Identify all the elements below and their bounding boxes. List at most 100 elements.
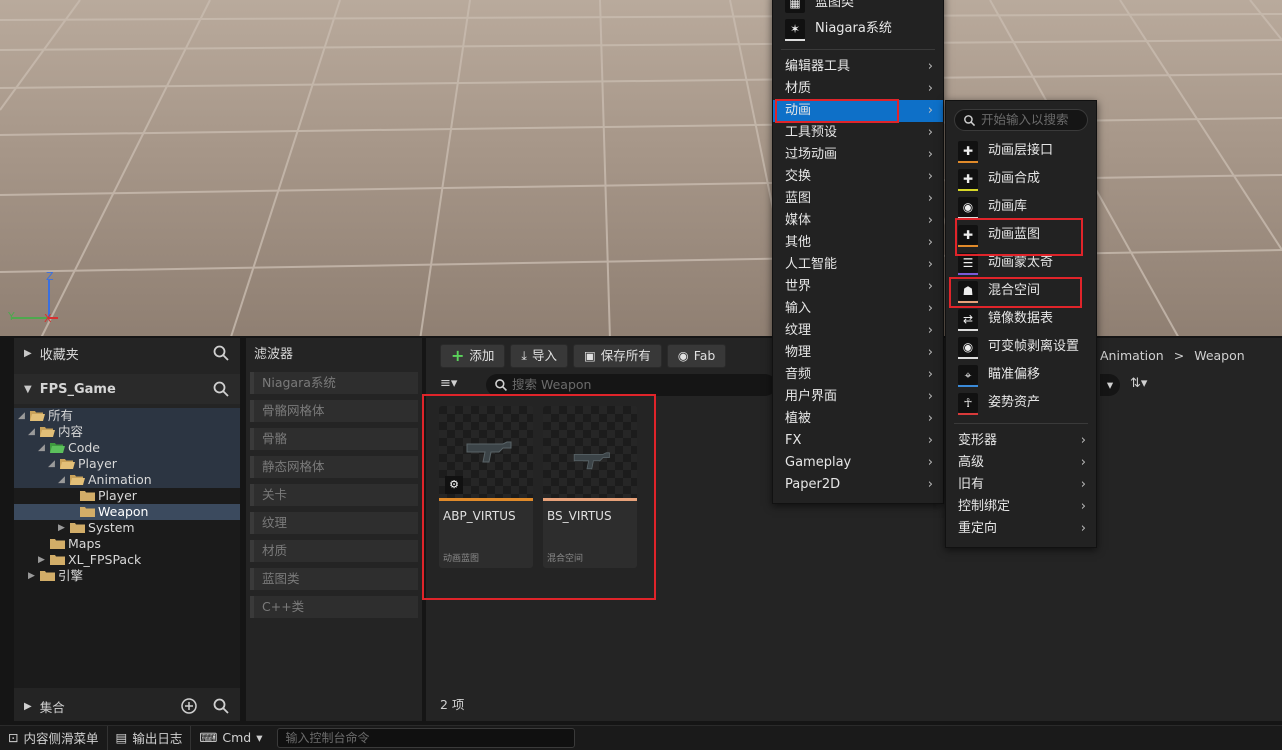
mirror-table-icon: ⇄ <box>958 309 978 331</box>
tree-item-xl-fpspack[interactable]: ▶ XL_FPSPack <box>14 552 240 568</box>
tree-item-content[interactable]: ◢ 内容 <box>14 424 240 440</box>
search-icon[interactable] <box>212 344 230 362</box>
menu-item[interactable]: 蓝图 › <box>773 188 943 210</box>
filter-dropdown[interactable]: ≡▾ <box>440 376 457 391</box>
filter-texture[interactable]: 纹理 <box>250 512 418 534</box>
console-command-input[interactable]: 输入控制台命令 <box>276 727 575 748</box>
menu-item[interactable]: 材质 › <box>773 78 943 100</box>
expanded-arrow-icon: ◢ <box>18 411 25 421</box>
filter-skeleton[interactable]: 骨骼 <box>250 428 418 450</box>
tree-item-maps[interactable]: Maps <box>14 536 240 552</box>
tree-item-engine[interactable]: ▶ 引擎 <box>14 568 240 584</box>
filter-level[interactable]: 关卡 <box>250 484 418 506</box>
folder-open-icon <box>60 459 75 469</box>
chevron-right-icon: › <box>927 323 933 338</box>
output-log-button[interactable]: ▤ 输出日志 <box>108 725 192 750</box>
tree-item-all[interactable]: ◢ 所有 <box>14 408 240 424</box>
submenu-category[interactable]: 高级 › <box>946 452 1096 474</box>
menu-item[interactable]: 工具预设 › <box>773 122 943 144</box>
filter-blueprint-class[interactable]: 蓝图类 <box>250 568 418 590</box>
chevron-right-icon: › <box>927 103 933 118</box>
add-collection-icon[interactable] <box>180 697 198 715</box>
submenu-item[interactable]: ⇄ 镜像数据表 <box>946 305 1096 333</box>
submenu-item[interactable]: ⌖ 瞄准偏移 <box>946 361 1096 389</box>
settings-dropdown[interactable]: ▾ <box>1100 374 1120 396</box>
tree-item-system[interactable]: ▶ System <box>14 520 240 536</box>
search-placeholder: 开始输入以搜索 <box>981 112 1069 127</box>
annotation-box <box>949 277 1082 308</box>
submenu-category[interactable]: 控制绑定 › <box>946 496 1096 518</box>
menu-item[interactable]: Paper2D › <box>773 474 943 496</box>
tree-item-label: System <box>88 520 135 535</box>
save-icon: ▣ <box>583 348 596 363</box>
add-button[interactable]: + 添加 <box>440 344 506 368</box>
breadcrumb-animation[interactable]: Animation <box>1100 348 1164 363</box>
menu-item[interactable]: Gameplay › <box>773 452 943 474</box>
content-drawer-button[interactable]: ⊡ 内容侧滑菜单 <box>0 725 108 750</box>
submenu-item[interactable]: ☥ 姿势资产 <box>946 389 1096 417</box>
menu-item[interactable]: 其他 › <box>773 232 943 254</box>
collapsed-arrow-icon: ▶ <box>24 700 32 712</box>
niagara-icon: ✶ <box>785 19 805 41</box>
menu-item[interactable]: FX › <box>773 430 943 452</box>
chevron-right-icon: › <box>927 59 933 74</box>
collections-header[interactable]: ▶ 集合 <box>14 691 240 721</box>
save-all-label: 保存所有 <box>600 348 651 363</box>
menu-item[interactable]: 输入 › <box>773 298 943 320</box>
project-header[interactable]: ▼ FPS_Game <box>14 374 240 404</box>
menu-item[interactable]: 过场动画 › <box>773 144 943 166</box>
menu-item-label: 植被 <box>785 411 812 426</box>
anim-composite-icon: ✚ <box>958 169 978 191</box>
filter-skeletal-mesh[interactable]: 骨骼网格体 <box>250 400 418 422</box>
tree-item-weapon[interactable]: Weapon <box>14 504 240 520</box>
submenu-item[interactable]: ◉ 可变帧剥离设置 <box>946 333 1096 361</box>
menu-item[interactable]: 纹理 › <box>773 320 943 342</box>
terminal-icon: ⌨ <box>199 730 218 745</box>
submenu-category[interactable]: 重定向 › <box>946 518 1096 540</box>
submenu-item[interactable]: ✚ 动画合成 <box>946 165 1096 193</box>
chevron-right-icon: › <box>927 477 933 492</box>
menu-blueprint-class[interactable]: ▦ 蓝图类 <box>773 0 943 15</box>
tree-item-animation[interactable]: ◢ Animation <box>14 472 240 488</box>
filter-material[interactable]: 材质 <box>250 540 418 562</box>
filter-static-mesh[interactable]: 静态网格体 <box>250 456 418 478</box>
menu-item[interactable]: 世界 › <box>773 276 943 298</box>
output-log-label: 输出日志 <box>132 731 183 746</box>
plus-icon: + <box>451 346 465 365</box>
breadcrumb-weapon[interactable]: Weapon <box>1194 348 1244 363</box>
menu-item[interactable]: 编辑器工具 › <box>773 56 943 78</box>
tree-item-code[interactable]: ◢ Code <box>14 440 240 456</box>
menu-item-label: 过场动画 <box>785 147 838 162</box>
menu-niagara-system[interactable]: ✶ Niagara系统 <box>773 15 943 43</box>
cmd-dropdown[interactable]: ⌨ Cmd ▾ <box>191 726 270 750</box>
filter-niagara[interactable]: Niagara系统 <box>250 372 418 394</box>
search-icon[interactable] <box>212 697 230 715</box>
expanded-arrow-icon: ◢ <box>58 475 65 485</box>
sort-dropdown[interactable]: ⇅▾ <box>1130 376 1147 391</box>
submenu-item[interactable]: ◉ 动画库 <box>946 193 1096 221</box>
import-button[interactable]: ⤓ 导入 <box>510 344 568 368</box>
fab-button[interactable]: ◉ Fab <box>666 344 727 368</box>
menu-item[interactable]: 媒体 › <box>773 210 943 232</box>
menu-item[interactable]: 音频 › <box>773 364 943 386</box>
menu-item[interactable]: 植被 › <box>773 408 943 430</box>
submenu-item-label: 姿势资产 <box>988 395 1041 410</box>
submenu-search-input[interactable]: 开始输入以搜索 <box>954 109 1088 131</box>
submenu-category[interactable]: 旧有 › <box>946 474 1096 496</box>
anim-layer-icon: ✚ <box>958 141 978 163</box>
menu-item-label: 用户界面 <box>785 389 838 404</box>
submenu-category[interactable]: 变形器 › <box>946 430 1096 452</box>
asset-search-input[interactable]: 搜索 Weapon <box>486 374 776 396</box>
filter-cpp-class[interactable]: C++类 <box>250 596 418 618</box>
menu-item[interactable]: 物理 › <box>773 342 943 364</box>
submenu-item-label: 动画合成 <box>988 171 1041 186</box>
favorites-header[interactable]: ▶ 收藏夹 <box>14 338 240 368</box>
menu-item[interactable]: 人工智能 › <box>773 254 943 276</box>
search-icon[interactable] <box>212 380 230 398</box>
save-all-button[interactable]: ▣ 保存所有 <box>572 344 662 368</box>
menu-item[interactable]: 用户界面 › <box>773 386 943 408</box>
tree-item-animation-player[interactable]: Player <box>14 488 240 504</box>
submenu-item[interactable]: ✚ 动画层接口 <box>946 137 1096 165</box>
menu-item[interactable]: 交换 › <box>773 166 943 188</box>
tree-item-player[interactable]: ◢ Player <box>14 456 240 472</box>
